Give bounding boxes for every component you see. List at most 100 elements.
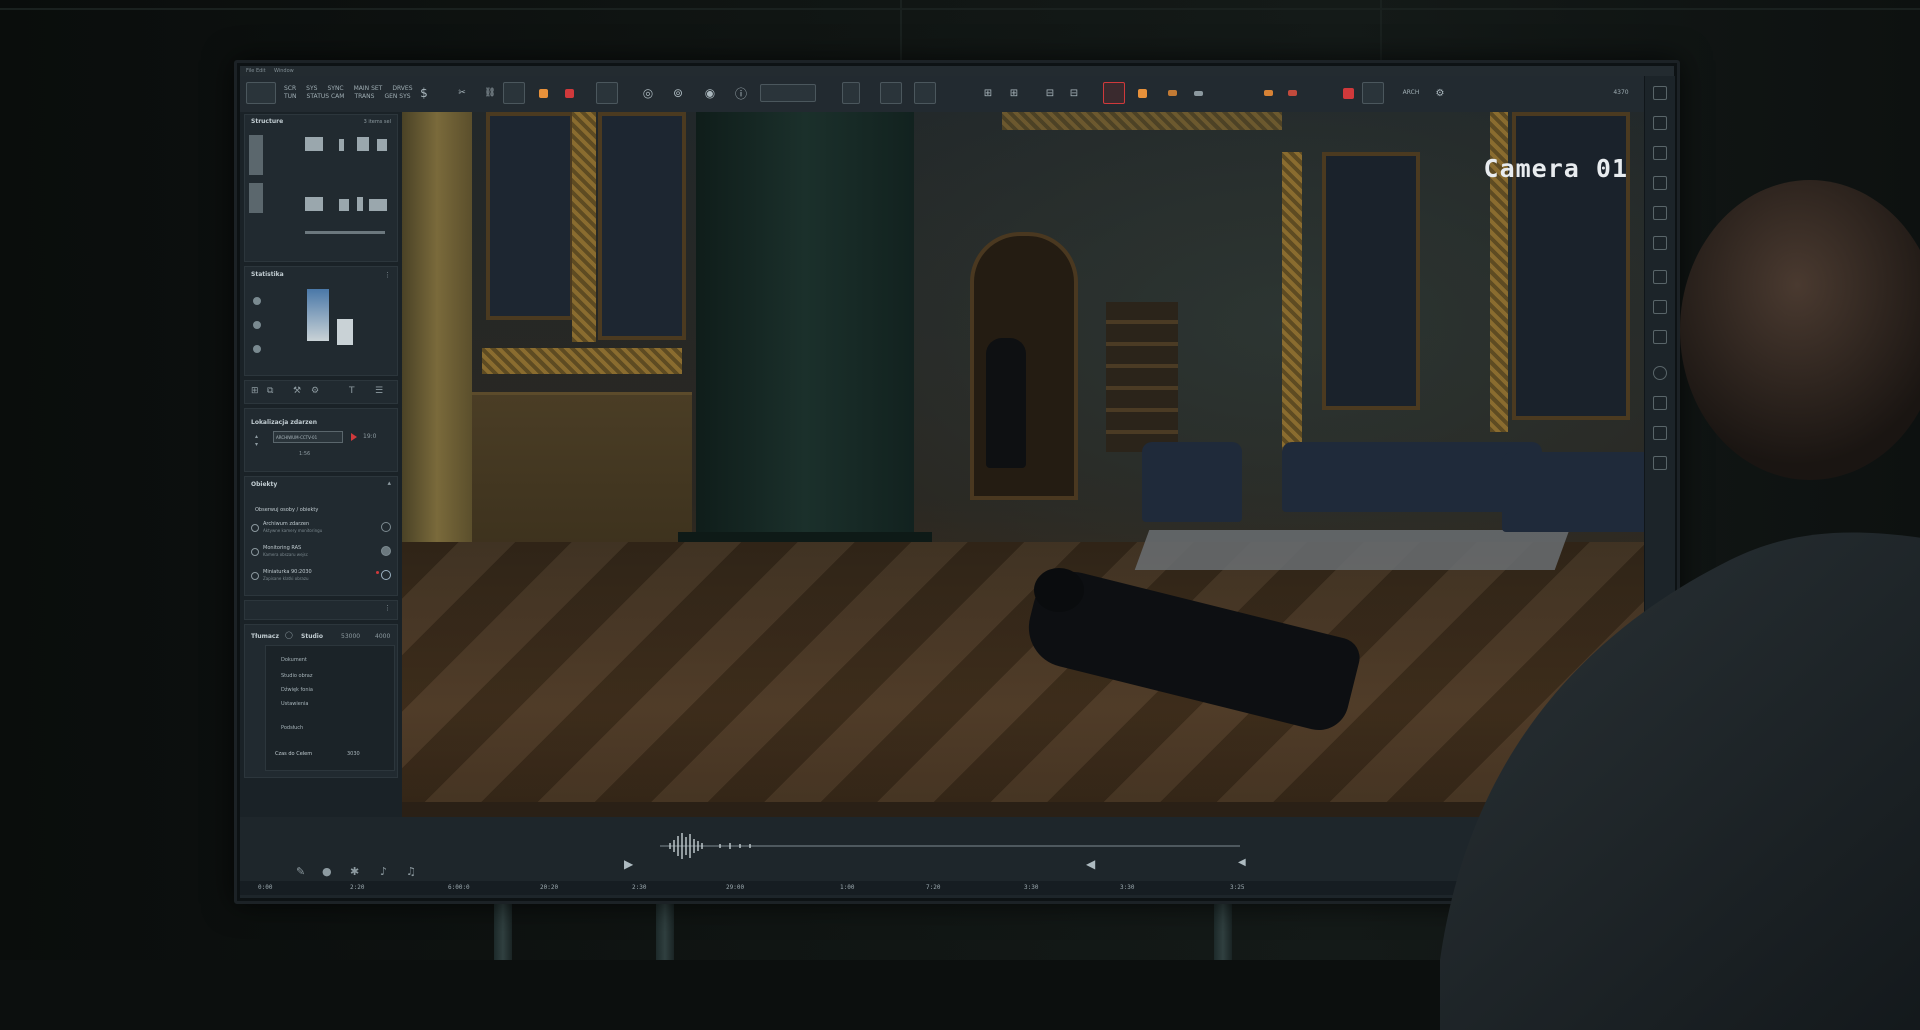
link-icon[interactable]: ⛓ <box>480 82 500 104</box>
layout-tile[interactable] <box>369 199 387 211</box>
radio-button[interactable] <box>251 524 259 532</box>
skip-back-icon[interactable]: ◀ <box>1238 857 1246 868</box>
layout-tile[interactable] <box>357 197 363 211</box>
red-flag-icon[interactable] <box>1284 82 1300 104</box>
stop-record-icon[interactable] <box>1340 82 1356 104</box>
audio-icon[interactable]: ♪ <box>380 865 387 878</box>
menu-right[interactable]: Window <box>274 68 294 74</box>
layout-tile[interactable] <box>377 139 387 151</box>
collapse-icon[interactable]: ▴ <box>387 479 391 487</box>
highlight-tool-button[interactable] <box>1102 82 1126 104</box>
orange-layer-icon[interactable] <box>1134 82 1150 104</box>
document-icon[interactable] <box>840 82 862 104</box>
window-panel <box>486 112 574 320</box>
eye-icon[interactable] <box>1653 330 1667 344</box>
layout-tile[interactable] <box>339 199 349 211</box>
cut-icon[interactable]: ✂ <box>452 82 472 104</box>
arrow-up-icon[interactable]: ▴ <box>255 433 258 440</box>
layout-tile[interactable] <box>339 139 344 151</box>
filter-icon[interactable] <box>1653 236 1667 250</box>
rotate-icon[interactable]: ⊚ <box>668 82 688 104</box>
timeline-ruler[interactable]: 0:00 2:20 6:00:0 20:20 2:30 29:00 1:00 7… <box>240 881 1674 895</box>
value-two: 4000 <box>375 633 391 640</box>
text-icon[interactable]: T <box>349 386 355 396</box>
adjust-icon[interactable] <box>1653 270 1667 284</box>
capture-button[interactable] <box>1362 82 1384 104</box>
circle-icon[interactable]: ● <box>322 865 332 878</box>
stack-icon[interactable]: ☰ <box>375 386 383 396</box>
audio-waveform[interactable] <box>660 831 1240 861</box>
menu-item[interactable]: Podsłuch <box>281 725 303 731</box>
menu-item[interactable]: Ustawienia <box>281 701 308 707</box>
menu-item[interactable]: Studio obraz <box>281 673 313 679</box>
red-marker-icon[interactable] <box>562 82 576 104</box>
object-row[interactable]: Miniaturka 90:2030 Zapisane klatki obraz… <box>251 569 391 585</box>
brush-icon[interactable]: ✎ <box>296 865 305 878</box>
crop-icon[interactable] <box>1653 146 1667 160</box>
play-red-icon[interactable] <box>351 433 357 441</box>
menu-item[interactable]: Dźwięk fonia <box>281 687 313 693</box>
counter-readout: 4370 <box>1613 89 1629 96</box>
thumbnail[interactable] <box>249 183 263 213</box>
wand-icon[interactable]: ✱ <box>350 865 359 878</box>
toggle-icon[interactable] <box>381 570 391 580</box>
layout-tile[interactable] <box>305 137 323 151</box>
zoom-icon[interactable] <box>1653 176 1667 190</box>
play-icon[interactable]: ▶ <box>624 857 633 871</box>
object-row[interactable]: Archiwum zdarzen Aktywne kamery monitori… <box>251 521 391 537</box>
toggle-icon[interactable] <box>381 546 391 556</box>
pen-icon[interactable] <box>1653 116 1667 130</box>
gray-clip-icon[interactable] <box>1190 82 1206 104</box>
record-icon[interactable]: ◉ <box>700 82 720 104</box>
info-icon[interactable]: ⓘ <box>730 82 752 104</box>
more-icon[interactable]: ⋮ <box>384 271 391 279</box>
radio-button[interactable] <box>251 572 259 580</box>
layout-tile[interactable] <box>357 137 369 151</box>
statistics-title: Statistika <box>251 271 284 278</box>
target-icon[interactable]: ◎ <box>638 82 658 104</box>
transport-bar: ✎ ● ✱ ♪ ♫ ▶ ◀ ◀ 0:00 2:20 6:00:0 20:20 2… <box>240 817 1674 895</box>
timeline-tick: 2:30 <box>632 884 647 891</box>
orange-marker-icon[interactable] <box>536 82 550 104</box>
orange-flag-icon[interactable] <box>1260 82 1276 104</box>
film-icon[interactable] <box>1653 426 1667 440</box>
camera-icon[interactable] <box>1653 396 1667 410</box>
export-icon[interactable] <box>1653 206 1667 220</box>
grid-icon[interactable]: ⊞ <box>251 386 259 396</box>
radio-icon[interactable]: ◯ <box>285 631 293 639</box>
window-icon[interactable] <box>914 82 936 104</box>
layout-button[interactable] <box>596 82 618 104</box>
source-field[interactable]: ARCHIWUM-CCTV-01 <box>273 431 343 443</box>
grid-alt-icon[interactable]: ⊞ <box>1004 82 1024 104</box>
expand-icon[interactable] <box>880 82 902 104</box>
frame-button[interactable] <box>502 82 526 104</box>
menu-left[interactable]: File Edit <box>246 68 266 74</box>
camera-feed[interactable]: Camera 01 <box>402 112 1666 817</box>
arrange-icon[interactable]: ⊟ <box>1040 82 1060 104</box>
studio-tab[interactable]: Studio <box>301 633 323 640</box>
rewind-icon[interactable]: ◀ <box>1086 857 1095 871</box>
thumbnail[interactable] <box>249 135 263 175</box>
speaker-icon[interactable]: ♫ <box>406 865 416 878</box>
copy-icon[interactable]: ⧉ <box>267 386 273 396</box>
radio-button[interactable] <box>251 548 259 556</box>
object-row[interactable]: Monitoring RAS Kamera obszaru wejsc <box>251 545 391 561</box>
stack-icon[interactable] <box>1653 456 1667 470</box>
settings-icon[interactable]: ⚙ <box>1432 82 1448 104</box>
slider-track[interactable] <box>305 231 385 234</box>
arrow-down-icon[interactable]: ▾ <box>255 441 258 448</box>
layers-icon[interactable] <box>1653 86 1667 100</box>
settings-icon[interactable]: ⚙ <box>311 386 319 396</box>
grid-icon[interactable]: ⊞ <box>978 82 998 104</box>
arrange-alt-icon[interactable]: ⊟ <box>1064 82 1084 104</box>
dollar-icon[interactable]: $ <box>416 82 432 104</box>
more-icon[interactable]: ⋮ <box>384 604 391 612</box>
orange-clip-icon[interactable] <box>1164 82 1180 104</box>
text-field-button[interactable] <box>760 82 816 104</box>
toggle-icon[interactable] <box>381 522 391 532</box>
tools-icon[interactable]: ⚒ <box>293 386 301 396</box>
menu-item[interactable]: Dokument <box>281 657 307 663</box>
layout-tile[interactable] <box>305 197 323 211</box>
record-icon[interactable] <box>1653 366 1667 380</box>
lock-icon[interactable] <box>1653 300 1667 314</box>
